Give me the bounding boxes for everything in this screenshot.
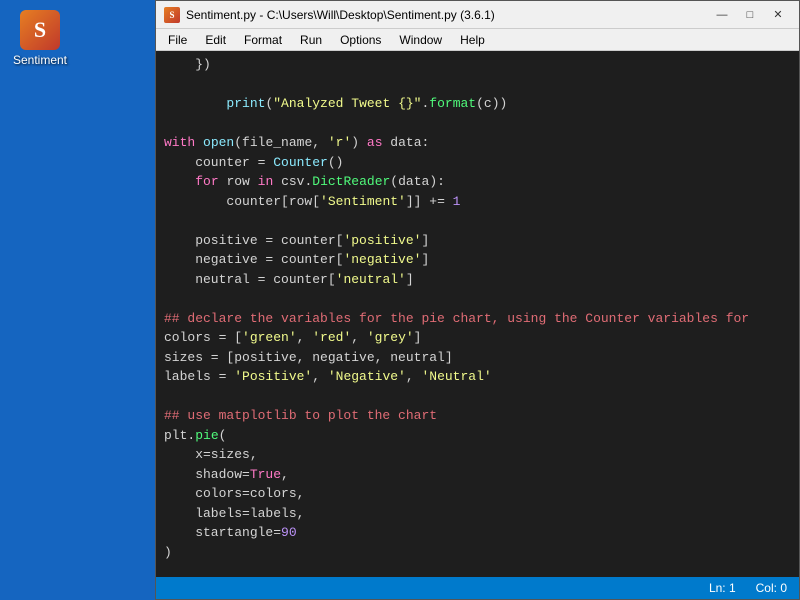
maximize-button[interactable]: □ bbox=[737, 5, 763, 25]
code-line: colors = ['green', 'red', 'grey'] bbox=[164, 328, 799, 348]
code-line: ) bbox=[164, 543, 799, 563]
menu-help[interactable]: Help bbox=[452, 31, 493, 49]
code-line: print("Analyzed Tweet {}".format(c)) bbox=[164, 94, 799, 114]
code-line: negative = counter['negative'] bbox=[164, 250, 799, 270]
code-line: plt.pie( bbox=[164, 426, 799, 446]
col-number: Col: 0 bbox=[756, 581, 787, 595]
code-line: shadow=True, bbox=[164, 465, 799, 485]
menu-options[interactable]: Options bbox=[332, 31, 389, 49]
menu-run[interactable]: Run bbox=[292, 31, 330, 49]
code-editor[interactable]: }) print("Analyzed Tweet {}".format(c)) … bbox=[156, 51, 799, 577]
menu-format[interactable]: Format bbox=[236, 31, 290, 49]
desktop-icon-sentiment[interactable]: S Sentiment bbox=[10, 10, 70, 67]
code-line bbox=[164, 114, 799, 134]
code-line bbox=[164, 211, 799, 231]
code-line: counter = Counter() bbox=[164, 153, 799, 173]
code-container: }) print("Analyzed Tweet {}".format(c)) … bbox=[156, 51, 799, 577]
window-controls: — □ ✕ bbox=[709, 5, 791, 25]
editor-window: S Sentiment.py - C:\Users\Will\Desktop\S… bbox=[155, 0, 800, 600]
menu-window[interactable]: Window bbox=[391, 31, 450, 49]
code-line: x=sizes, bbox=[164, 445, 799, 465]
code-line bbox=[164, 562, 799, 577]
code-line: ## use matplotlib to plot the chart bbox=[164, 406, 799, 426]
code-line: colors=colors, bbox=[164, 484, 799, 504]
code-line bbox=[164, 75, 799, 95]
code-line: counter[row['Sentiment']] += 1 bbox=[164, 192, 799, 212]
line-number: Ln: 1 bbox=[709, 581, 736, 595]
close-button[interactable]: ✕ bbox=[765, 5, 791, 25]
code-line: startangle=90 bbox=[164, 523, 799, 543]
menu-edit[interactable]: Edit bbox=[197, 31, 234, 49]
menu-file[interactable]: File bbox=[160, 31, 195, 49]
minimize-button[interactable]: — bbox=[709, 5, 735, 25]
code-line: ## declare the variables for the pie cha… bbox=[164, 309, 799, 329]
status-bar: Ln: 1 Col: 0 bbox=[156, 577, 799, 599]
code-line: positive = counter['positive'] bbox=[164, 231, 799, 251]
code-line: labels = 'Positive', 'Negative', 'Neutra… bbox=[164, 367, 799, 387]
window-title: Sentiment.py - C:\Users\Will\Desktop\Sen… bbox=[186, 8, 709, 22]
desktop-icon-image: S bbox=[20, 10, 60, 50]
code-line bbox=[164, 289, 799, 309]
code-line: for row in csv.DictReader(data): bbox=[164, 172, 799, 192]
code-line: }) bbox=[164, 55, 799, 75]
menu-bar: File Edit Format Run Options Window Help bbox=[156, 29, 799, 51]
code-line: labels=labels, bbox=[164, 504, 799, 524]
title-bar: S Sentiment.py - C:\Users\Will\Desktop\S… bbox=[156, 1, 799, 29]
code-line bbox=[164, 387, 799, 407]
app-icon: S bbox=[164, 7, 180, 23]
code-line: with open(file_name, 'r') as data: bbox=[164, 133, 799, 153]
code-line: neutral = counter['neutral'] bbox=[164, 270, 799, 290]
desktop-icon-label: Sentiment bbox=[13, 53, 67, 67]
code-line: sizes = [positive, negative, neutral] bbox=[164, 348, 799, 368]
